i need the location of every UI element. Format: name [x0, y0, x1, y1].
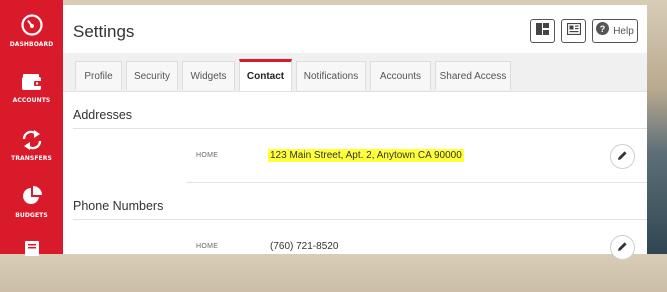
sidebar-item-accounts[interactable]: ACCOUNTS — [0, 72, 63, 124]
section-divider — [73, 128, 647, 129]
home-address-value: 123 Main Street, Apt. 2, Anytown CA 9000… — [268, 149, 464, 162]
edit-address-button[interactable] — [610, 144, 635, 169]
sidebar-item-label: ACCOUNTS — [12, 97, 51, 104]
home-phone-value: (760) 721-8520 — [270, 241, 339, 252]
addresses-heading: Addresses — [73, 108, 133, 122]
sidebar: DASHBOARD ACCOUNTS TRANSFERS BUDGETS — [0, 0, 63, 256]
pencil-icon — [617, 148, 628, 166]
sidebar-item-label: DASHBOARD — [9, 41, 54, 48]
help-button[interactable]: ? Help — [592, 19, 638, 43]
section-divider — [73, 219, 647, 220]
phone-type-label: HOME — [196, 243, 219, 250]
tab-profile[interactable]: Profile — [75, 61, 122, 90]
phone-numbers-heading: Phone Numbers — [73, 199, 164, 213]
wallet-icon — [21, 72, 43, 92]
address-type-label: HOME — [196, 152, 219, 159]
dashboard-gauge-icon — [20, 14, 43, 36]
transfer-arrows-icon — [21, 130, 43, 150]
tab-contact[interactable]: Contact — [239, 59, 292, 91]
row-divider — [186, 182, 647, 183]
sidebar-item-dashboard[interactable]: DASHBOARD — [0, 14, 63, 66]
layout-toggle-button[interactable] — [530, 19, 555, 43]
tab-shared-access[interactable]: Shared Access — [435, 61, 511, 90]
tab-notifications[interactable]: Notifications — [296, 61, 366, 90]
news-view-button[interactable] — [561, 19, 586, 43]
edit-phone-button[interactable] — [610, 235, 635, 260]
sidebar-item-transfers[interactable]: TRANSFERS — [0, 130, 63, 182]
settings-panel: Settings ? Help Profile Security Widgets… — [63, 5, 647, 260]
help-label: Help — [613, 25, 634, 37]
address-highlight: 123 Main Street, Apt. 2, Anytown CA 9000… — [268, 149, 464, 162]
sidebar-item-label: BUDGETS — [15, 212, 48, 219]
question-circle-icon: ? — [596, 22, 610, 40]
sidebar-item-budgets[interactable]: BUDGETS — [0, 185, 63, 237]
tab-widgets[interactable]: Widgets — [182, 61, 235, 90]
tab-accounts[interactable]: Accounts — [370, 61, 431, 90]
pie-chart-icon — [21, 185, 43, 207]
sidebar-item-label: TRANSFERS — [11, 155, 52, 162]
settings-tabs: Profile Security Widgets Contact Notific… — [63, 53, 647, 92]
newspaper-icon — [566, 22, 581, 40]
page-title: Settings — [73, 22, 135, 41]
tab-security[interactable]: Security — [126, 61, 178, 90]
sidebar-item-documents[interactable] — [0, 240, 63, 292]
layout-grid-icon — [536, 22, 549, 40]
svg-text:?: ? — [600, 24, 606, 34]
